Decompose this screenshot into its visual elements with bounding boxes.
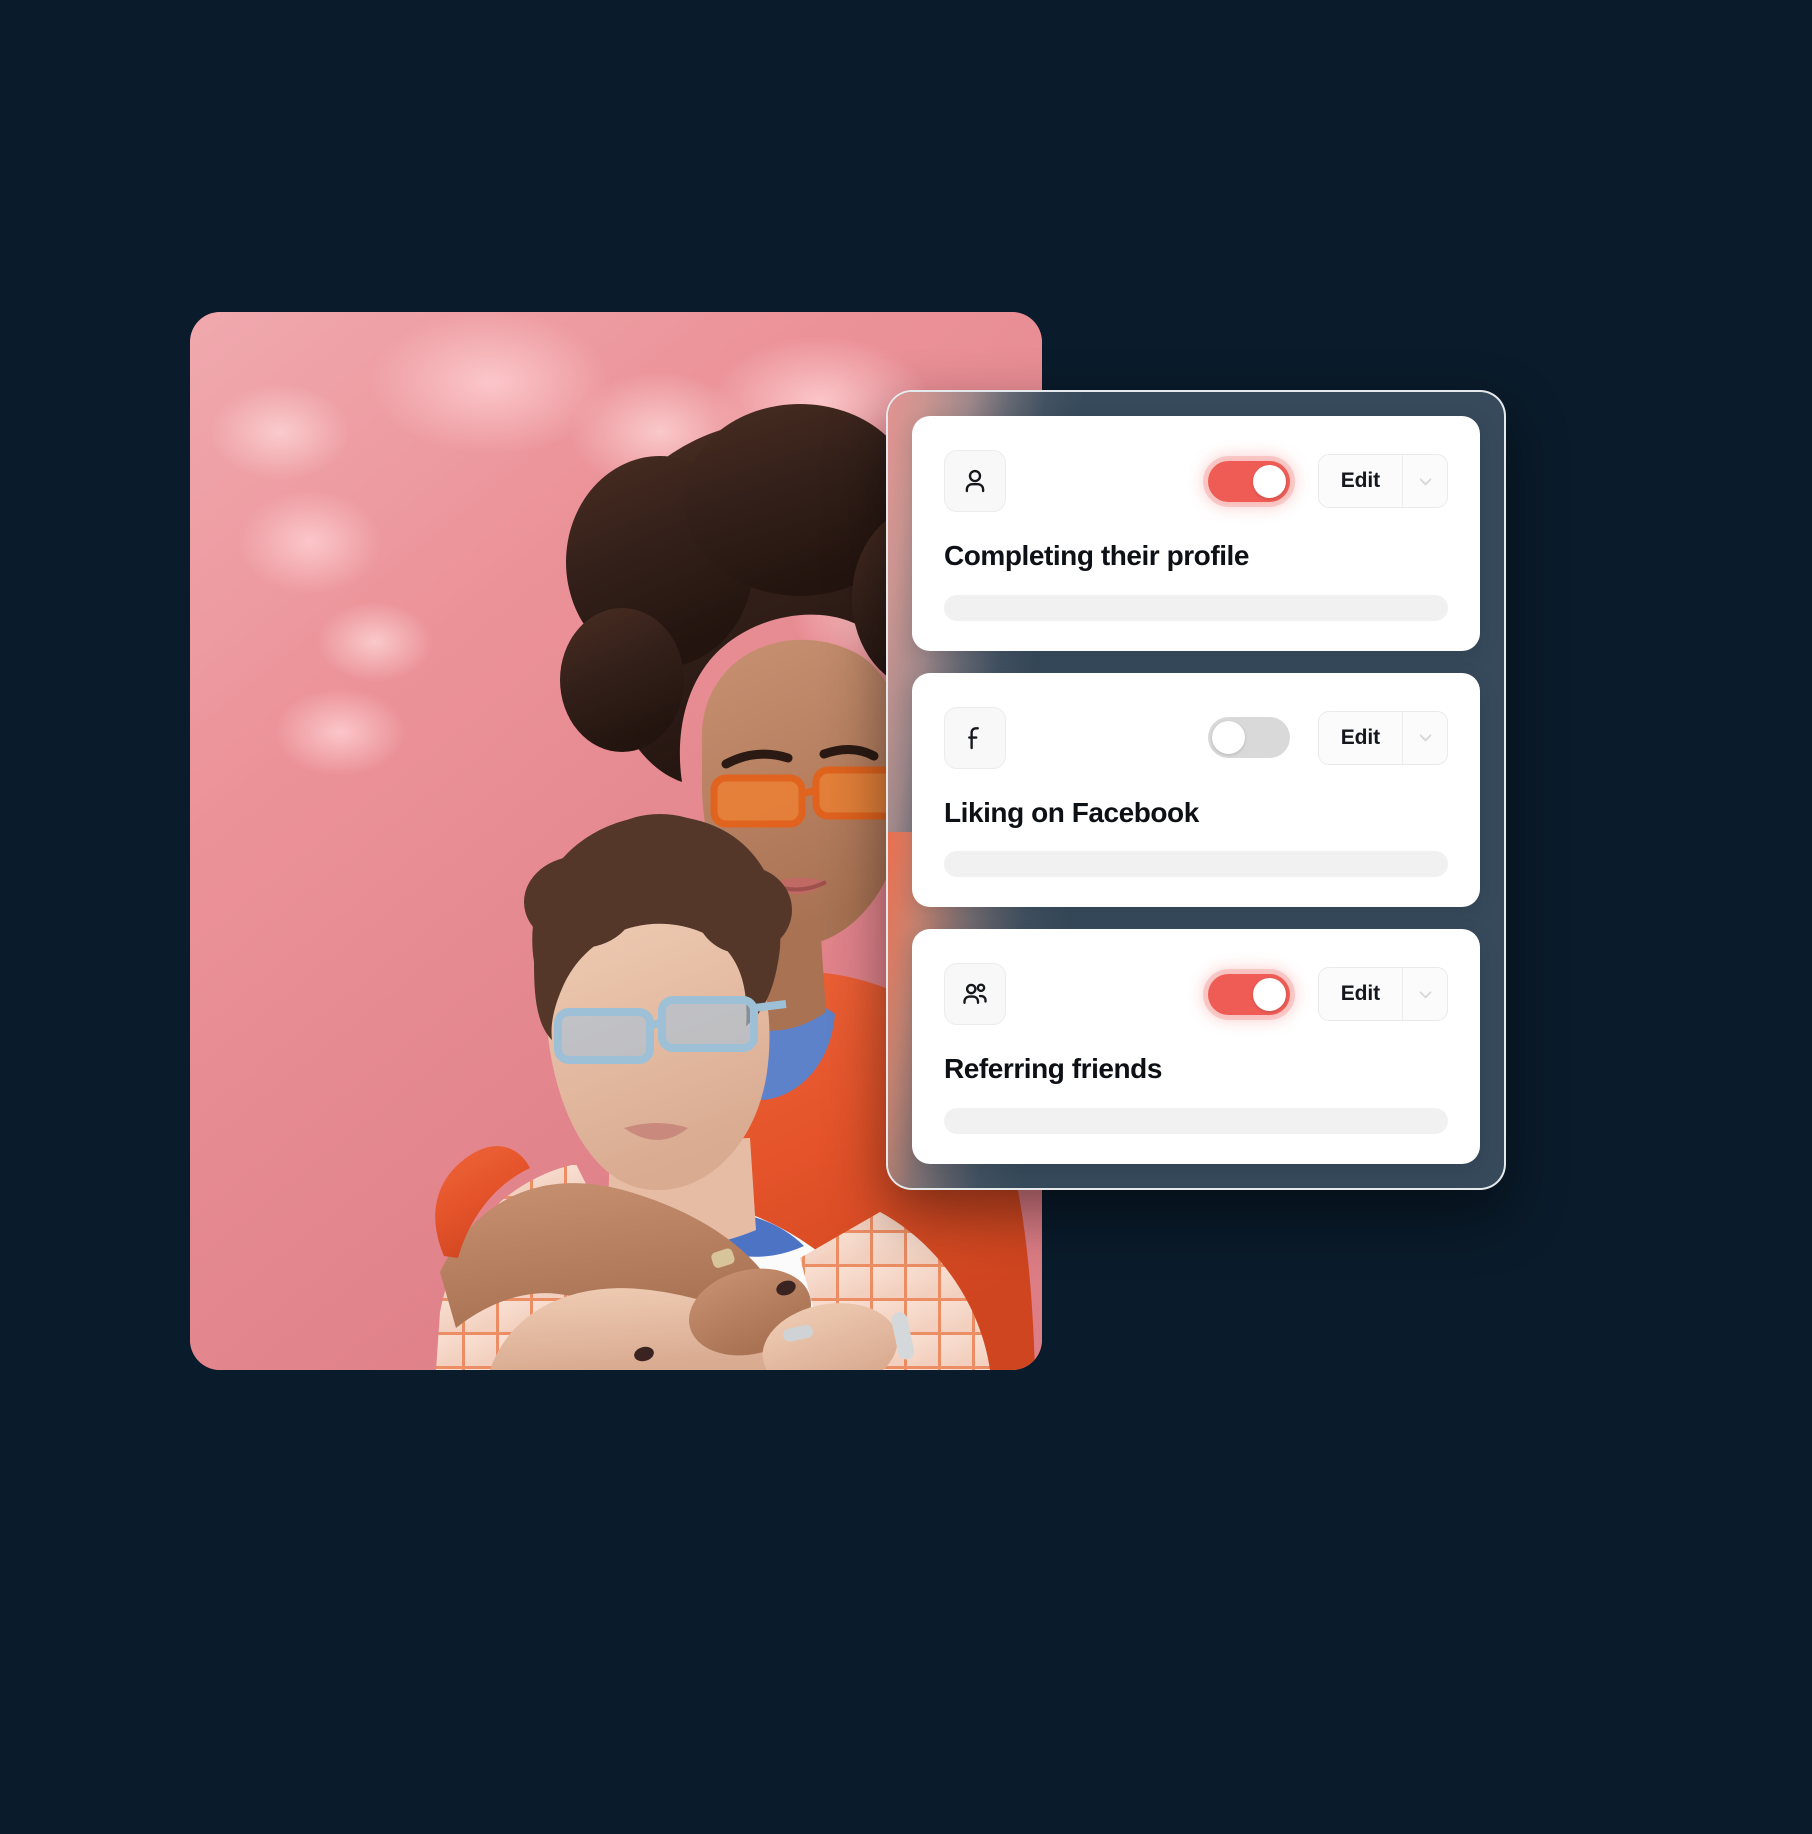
edit-dropdown-button[interactable]	[1403, 712, 1447, 764]
edit-split-button[interactable]: Edit	[1317, 710, 1448, 765]
setting-card-title: Liking on Facebook	[944, 796, 1199, 828]
edit-split-button[interactable]: Edit	[1317, 454, 1448, 508]
user-icon-box	[944, 450, 1006, 512]
screenshot-stage: Edit Completing their profile Edit Likin…	[0, 0, 1812, 1834]
edit-dropdown-button[interactable]	[1403, 968, 1447, 1020]
toggle-knob	[1252, 464, 1286, 498]
enable-toggle[interactable]	[1207, 973, 1290, 1015]
chevron-down-icon	[1419, 734, 1431, 742]
enable-toggle[interactable]	[1207, 460, 1290, 502]
edit-split-button[interactable]: Edit	[1317, 967, 1448, 1022]
chevron-down-icon	[1419, 991, 1431, 999]
setting-card-header: Edit	[944, 706, 1448, 769]
setting-card[interactable]: Edit Liking on Facebook	[912, 672, 1480, 908]
setting-card[interactable]: Edit Referring friends	[912, 929, 1480, 1165]
toggle-knob	[1252, 977, 1286, 1011]
users-group-icon-box	[944, 963, 1006, 1026]
enable-toggle[interactable]	[1207, 717, 1290, 759]
user-icon	[965, 469, 985, 493]
chevron-down-icon	[1419, 477, 1431, 485]
setting-card-header: Edit	[944, 450, 1448, 512]
setting-card-header: Edit	[944, 963, 1448, 1026]
settings-panel: Edit Completing their profile Edit Likin…	[886, 390, 1506, 1190]
skeleton-bar	[944, 1108, 1448, 1135]
skeleton-bar	[944, 594, 1448, 621]
skeleton-bar	[944, 851, 1448, 878]
users-group-icon	[963, 983, 987, 1005]
toggle-knob	[1211, 721, 1245, 755]
edit-button[interactable]: Edit	[1319, 712, 1402, 764]
facebook-icon	[968, 726, 979, 749]
setting-card-title: Referring friends	[944, 1053, 1162, 1085]
edit-button[interactable]: Edit	[1319, 968, 1402, 1020]
setting-card-title: Completing their profile	[944, 540, 1249, 571]
setting-card[interactable]: Edit Completing their profile	[912, 416, 1480, 651]
facebook-icon-box	[944, 706, 1006, 769]
edit-button[interactable]: Edit	[1319, 455, 1402, 507]
edit-dropdown-button[interactable]	[1403, 455, 1447, 507]
